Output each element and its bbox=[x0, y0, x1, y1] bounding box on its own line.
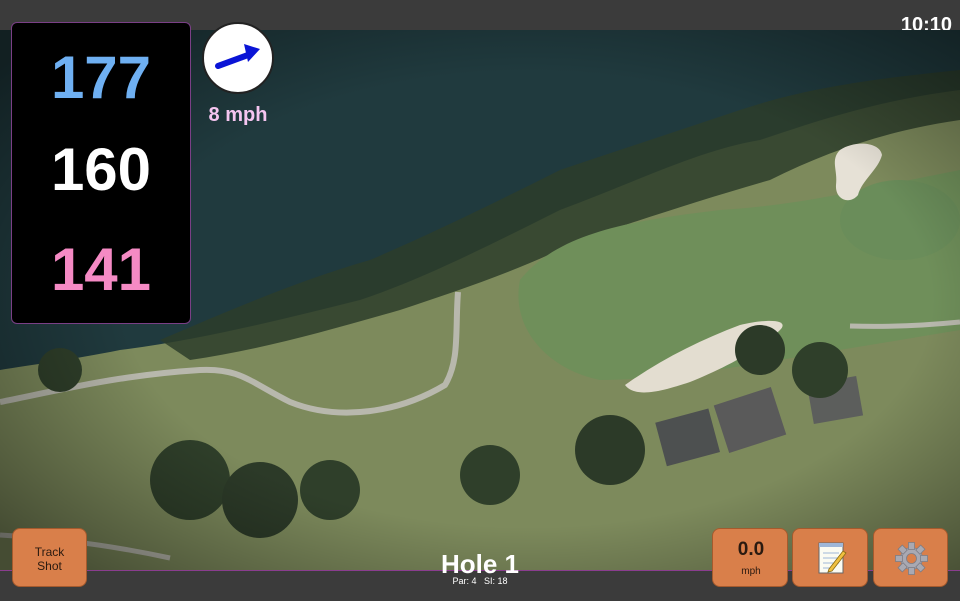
par-label: Par: 4 bbox=[452, 576, 477, 586]
wind-speed: 8 mph bbox=[208, 104, 268, 126]
speed-unit: mph bbox=[741, 566, 761, 577]
front-distance: 141 bbox=[50, 236, 152, 303]
speed-button[interactable]: 0.0 mph bbox=[712, 528, 788, 587]
settings-button[interactable] bbox=[873, 528, 948, 587]
middle-distance: 160 bbox=[50, 136, 152, 203]
track-shot-button[interactable]: Track Shot bbox=[12, 528, 87, 587]
track-shot-label: Track Shot bbox=[34, 545, 65, 573]
wind-indicator bbox=[202, 22, 274, 94]
stroke-index-label: SI: 18 bbox=[484, 576, 508, 586]
speed-value: 0.0 bbox=[737, 539, 765, 560]
notes-button[interactable] bbox=[792, 528, 868, 587]
notepad-icon bbox=[818, 542, 847, 574]
wind-arrow-icon bbox=[215, 44, 260, 69]
back-distance: 177 bbox=[50, 44, 152, 111]
distance-panel: 177 160 141 bbox=[11, 22, 191, 324]
gear-icon bbox=[895, 542, 928, 575]
hole-info: Par: 4 SI: 18 bbox=[380, 576, 580, 586]
